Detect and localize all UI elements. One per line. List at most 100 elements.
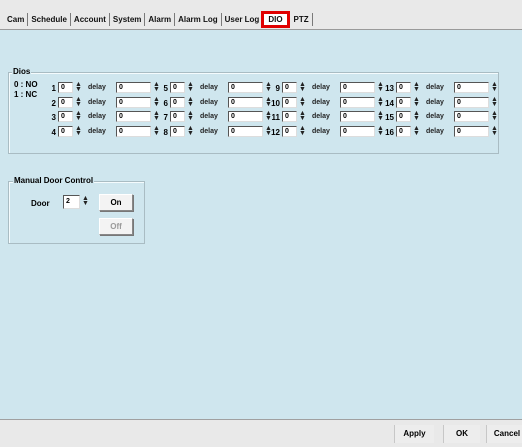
spin-down-icon[interactable]: ▼ — [413, 86, 420, 93]
spin-down-icon[interactable]: ▼ — [187, 101, 194, 108]
dio-value-input[interactable]: 0 — [282, 82, 297, 93]
dio-value-spinner[interactable]: ▲ ▼ — [413, 81, 420, 93]
cancel-button[interactable]: Cancel — [486, 425, 522, 443]
dio-value-spinner[interactable]: ▲ ▼ — [187, 96, 194, 108]
tab-alarm[interactable]: Alarm — [145, 13, 176, 26]
dio-value-spinner[interactable]: ▲ ▼ — [75, 110, 82, 122]
dio-number: 9 — [275, 84, 280, 93]
door-on-button[interactable]: On — [99, 194, 133, 211]
dio-delay-input[interactable]: 0 — [228, 111, 263, 122]
dio-value-spinner[interactable]: ▲ ▼ — [299, 125, 306, 137]
delay-label: delay — [88, 113, 106, 120]
dio-delay-spinner[interactable]: ▲ ▼ — [491, 125, 498, 137]
spin-down-icon[interactable]: ▼ — [75, 115, 82, 122]
dio-delay-spinner[interactable]: ▲ ▼ — [491, 110, 498, 122]
spin-down-icon[interactable]: ▼ — [187, 130, 194, 137]
dio-value-spinner[interactable]: ▲ ▼ — [75, 96, 82, 108]
ok-button[interactable]: OK — [443, 425, 480, 443]
tab-user-log[interactable]: User Log — [222, 13, 264, 26]
dio-value-spinner[interactable]: ▲ ▼ — [187, 125, 194, 137]
apply-button[interactable]: Apply — [394, 425, 434, 443]
spin-down-icon[interactable]: ▼ — [75, 130, 82, 137]
dio-value-input[interactable]: 0 — [170, 97, 185, 108]
spin-down-icon[interactable]: ▼ — [299, 101, 306, 108]
spin-down-icon[interactable]: ▼ — [413, 101, 420, 108]
dio-number: 3 — [51, 113, 56, 122]
dio-value-input[interactable]: 0 — [396, 82, 411, 93]
dio-value-input[interactable]: 0 — [396, 126, 411, 137]
spin-down-icon[interactable]: ▼ — [299, 130, 306, 137]
dio-number: 14 — [385, 99, 394, 108]
spin-down-icon[interactable]: ▼ — [491, 101, 498, 108]
dio-value-input[interactable]: 0 — [58, 97, 73, 108]
tab-cam[interactable]: Cam — [4, 13, 29, 26]
spin-down-icon[interactable]: ▼ — [491, 86, 498, 93]
dio-delay-input[interactable]: 0 — [454, 111, 489, 122]
dio-value-input[interactable]: 0 — [58, 82, 73, 93]
dio-delay-input[interactable]: 0 — [454, 97, 489, 108]
dio-value-input[interactable]: 0 — [282, 97, 297, 108]
dio-delay-input[interactable]: 0 — [340, 97, 375, 108]
dio-delay-input[interactable]: 0 — [228, 82, 263, 93]
spin-down-icon[interactable]: ▼ — [187, 115, 194, 122]
door-off-button[interactable]: Off — [99, 218, 133, 235]
tab-schedule[interactable]: Schedule — [28, 13, 71, 26]
spin-down-icon[interactable]: ▼ — [491, 115, 498, 122]
tab-system[interactable]: System — [110, 13, 146, 26]
spin-down-icon[interactable]: ▼ — [75, 86, 82, 93]
dio-row: 1 0 ▲ ▼ delay 0 ▲ ▼ — [48, 81, 168, 96]
dio-value-input[interactable]: 0 — [396, 97, 411, 108]
dio-value-input[interactable]: 0 — [58, 126, 73, 137]
door-input[interactable]: 2 — [63, 195, 80, 209]
dio-delay-input[interactable]: 0 — [454, 82, 489, 93]
dio-value-input[interactable]: 0 — [282, 126, 297, 137]
delay-label: delay — [200, 99, 218, 106]
dio-delay-input[interactable]: 0 — [340, 82, 375, 93]
dio-value-input[interactable]: 0 — [170, 126, 185, 137]
dio-value-spinner[interactable]: ▲ ▼ — [299, 81, 306, 93]
dio-value-input[interactable]: 0 — [170, 111, 185, 122]
spin-down-icon[interactable]: ▼ — [187, 86, 194, 93]
spin-down-icon[interactable]: ▼ — [299, 115, 306, 122]
dio-value-spinner[interactable]: ▲ ▼ — [413, 96, 420, 108]
dio-delay-input[interactable]: 0 — [340, 126, 375, 137]
tab-account[interactable]: Account — [71, 13, 110, 26]
dio-value-spinner[interactable]: ▲ ▼ — [299, 96, 306, 108]
dio-delay-input[interactable]: 0 — [340, 111, 375, 122]
tab-ptz[interactable]: PTZ — [291, 13, 313, 26]
dio-value-spinner[interactable]: ▲ ▼ — [187, 81, 194, 93]
dio-value-input[interactable]: 0 — [282, 111, 297, 122]
dio-delay-input[interactable]: 0 — [228, 126, 263, 137]
spin-down-icon[interactable]: ▼ — [82, 200, 89, 207]
tab-dio[interactable]: DIO — [261, 11, 290, 28]
spin-down-icon[interactable]: ▼ — [413, 115, 420, 122]
dio-value-spinner[interactable]: ▲ ▼ — [413, 110, 420, 122]
dio-value-spinner[interactable]: ▲ ▼ — [75, 81, 82, 93]
door-spinner[interactable]: ▲ ▼ — [82, 195, 89, 208]
dio-value-input[interactable]: 0 — [396, 111, 411, 122]
dio-value-spinner[interactable]: ▲ ▼ — [413, 125, 420, 137]
dio-delay-spinner[interactable]: ▲ ▼ — [491, 81, 498, 93]
dio-delay-input[interactable]: 0 — [116, 82, 151, 93]
dio-delay-input[interactable]: 0 — [228, 97, 263, 108]
dio-delay-input[interactable]: 0 — [116, 111, 151, 122]
spin-down-icon[interactable]: ▼ — [75, 101, 82, 108]
dio-value-spinner[interactable]: ▲ ▼ — [187, 110, 194, 122]
dio-delay-spinner[interactable]: ▲ ▼ — [491, 96, 498, 108]
dio-number: 6 — [163, 99, 168, 108]
dio-value-spinner[interactable]: ▲ ▼ — [75, 125, 82, 137]
dio-number: 1 — [51, 84, 56, 93]
dio-value-input[interactable]: 0 — [170, 82, 185, 93]
spin-down-icon[interactable]: ▼ — [299, 86, 306, 93]
spin-down-icon[interactable]: ▼ — [491, 130, 498, 137]
tab-bar: Cam Schedule Account System Alarm Alarm … — [0, 0, 522, 30]
spin-down-icon[interactable]: ▼ — [413, 130, 420, 137]
dio-row: 12 0 ▲ ▼ delay 0 ▲ ▼ — [271, 125, 392, 140]
dio-value-spinner[interactable]: ▲ ▼ — [299, 110, 306, 122]
delay-label: delay — [88, 128, 106, 135]
dio-delay-input[interactable]: 0 — [116, 97, 151, 108]
tab-alarm-log[interactable]: Alarm Log — [175, 13, 222, 26]
dio-value-input[interactable]: 0 — [58, 111, 73, 122]
dio-delay-input[interactable]: 0 — [116, 126, 151, 137]
dio-delay-input[interactable]: 0 — [454, 126, 489, 137]
